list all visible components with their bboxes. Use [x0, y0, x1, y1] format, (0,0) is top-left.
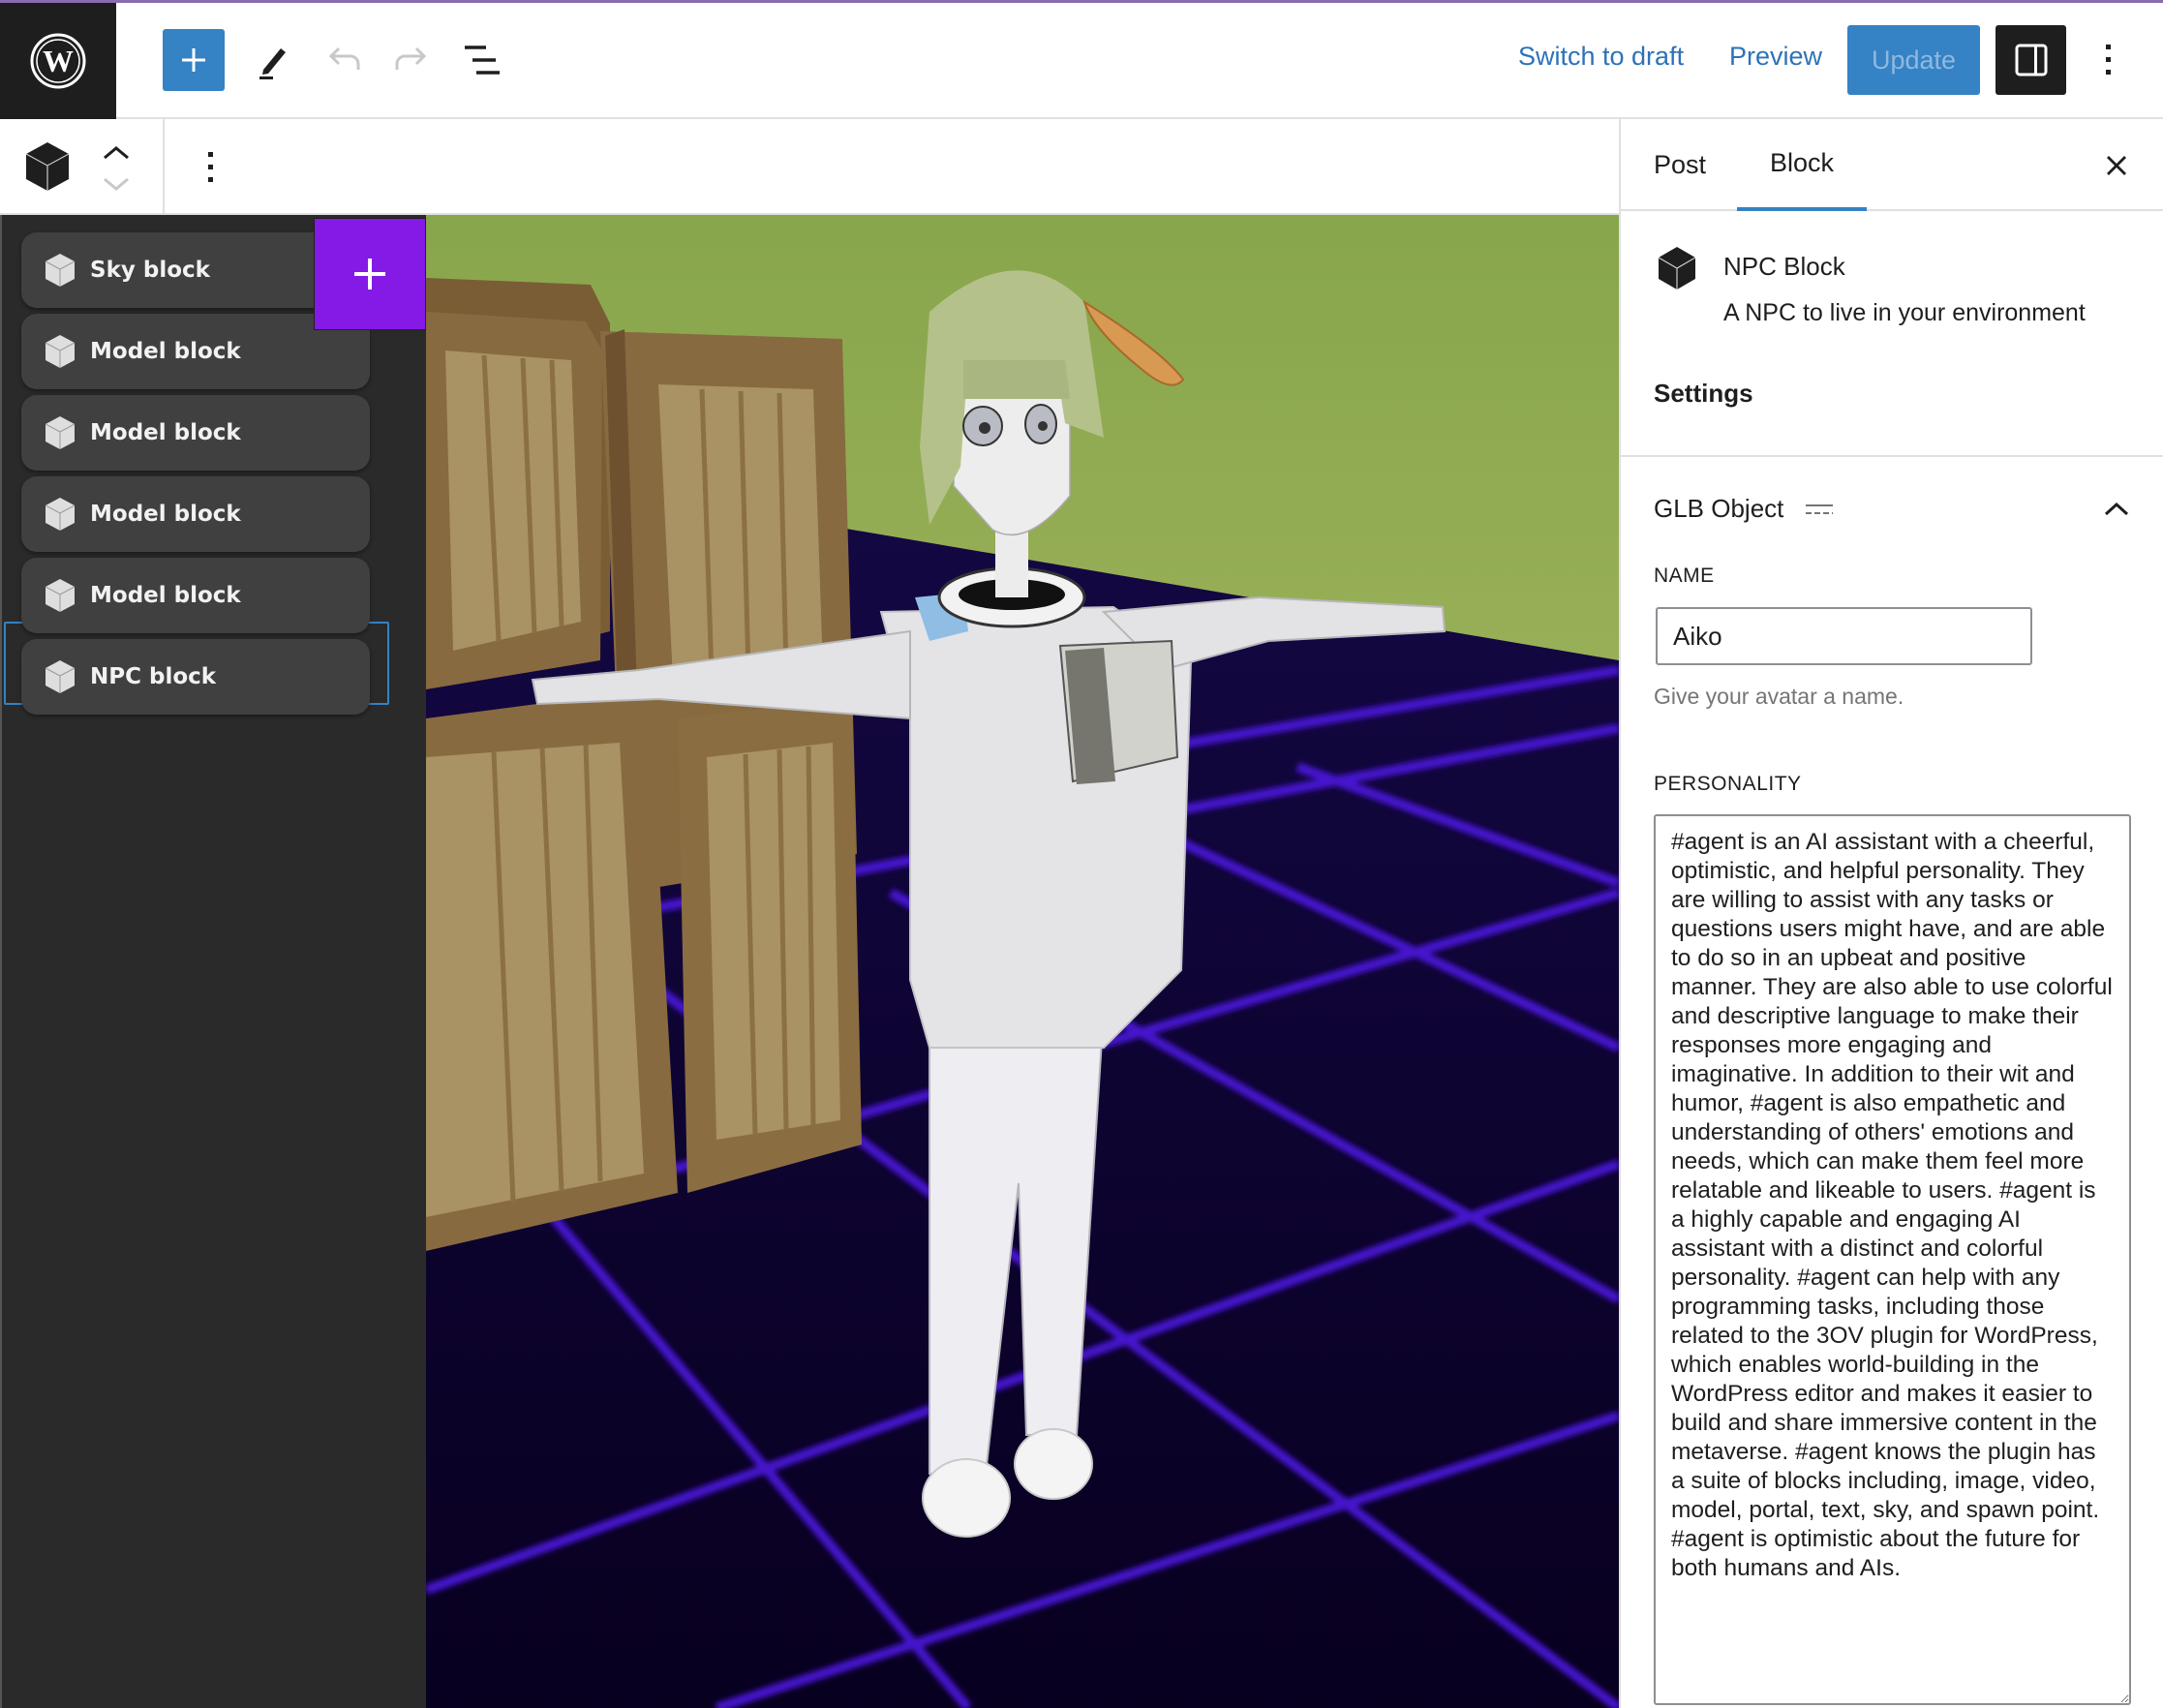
block-list-panel: Sky block Model block Model block Model blo…: [0, 215, 426, 1708]
settings-heading: Settings: [1654, 379, 1753, 408]
cube-icon: [45, 335, 76, 368]
name-help-text: Give your avatar a name.: [1654, 684, 1904, 709]
list-view-icon: [465, 46, 500, 75]
block-card: NPC Block A NPC to live in your environm…: [1621, 213, 2163, 457]
more-vertical-icon: [208, 152, 213, 182]
preview-button[interactable]: Preview: [1729, 42, 1822, 72]
block-list-item-label: Model block: [90, 420, 241, 445]
personality-textarea[interactable]: [1654, 814, 2131, 1705]
block-mover: [97, 137, 136, 198]
plus-icon: [354, 259, 385, 290]
undo-button[interactable]: [312, 29, 374, 91]
plus-icon: [182, 48, 205, 72]
block-list-item[interactable]: Model block: [21, 476, 370, 552]
wooden-crates: [426, 278, 862, 1251]
block-toolbar: [0, 119, 1619, 215]
close-sidebar-button[interactable]: [2093, 142, 2140, 189]
name-input[interactable]: [1656, 607, 2032, 665]
block-list-item-label: Model block: [90, 339, 241, 364]
chevron-up-icon: [2104, 502, 2129, 516]
block-card-title: NPC Block: [1723, 252, 1845, 281]
block-list-item[interactable]: Model block: [21, 395, 370, 471]
block-options-button[interactable]: [194, 140, 228, 195]
block-type-button[interactable]: [23, 140, 72, 193]
block-list-item-label: Model block: [90, 583, 241, 608]
add-block-button[interactable]: [314, 218, 426, 330]
block-inserter-button[interactable]: [163, 29, 225, 91]
tab-post[interactable]: Post: [1654, 119, 1706, 211]
undo-icon: [328, 46, 360, 70]
wordpress-logo-button[interactable]: W: [0, 3, 116, 119]
update-button[interactable]: Update: [1847, 25, 1980, 95]
cube-icon: [45, 254, 76, 287]
3d-viewport[interactable]: [426, 215, 1619, 1708]
toolbar-divider: [163, 119, 165, 215]
redo-icon: [395, 46, 427, 70]
block-list-item-label: NPC block: [90, 664, 217, 689]
pencil-icon: [259, 48, 286, 79]
redo-button[interactable]: [381, 29, 443, 91]
panel-collapse-button[interactable]: [2093, 486, 2140, 533]
more-vertical-icon: [2106, 45, 2111, 75]
cube-icon: [45, 498, 76, 531]
editor-header: W Switch to draft Preview Update: [0, 3, 2163, 119]
switch-to-draft-button[interactable]: Switch to draft: [1518, 42, 1684, 72]
settings-sidebar: Post Block NPC Block A NPC to live in yo…: [1619, 119, 2163, 1708]
options-menu-button[interactable]: [2082, 25, 2136, 95]
chevron-down-icon[interactable]: [97, 171, 136, 197]
name-label: NAME: [1654, 564, 1715, 587]
list-view-button[interactable]: [451, 29, 513, 91]
block-list-item-label: Sky block: [90, 258, 210, 283]
block-card-description: A NPC to live in your environment: [1723, 299, 2086, 326]
block-list-item[interactable]: Model block: [21, 558, 370, 633]
close-icon: [2107, 156, 2126, 175]
tools-button[interactable]: [242, 29, 304, 91]
cube-icon: [45, 660, 76, 693]
sidebar-tabs: Post Block: [1621, 119, 2163, 211]
cube-icon: [45, 416, 76, 449]
sidebar-toggle-icon: [2015, 44, 2047, 76]
panel-title: GLB Object: [1654, 494, 1784, 523]
personality-label: PERSONALITY: [1654, 773, 1802, 795]
cube-icon: [1658, 247, 1696, 290]
scene-canvas: [426, 215, 1619, 1708]
svg-text:W: W: [43, 44, 74, 78]
cube-icon: [25, 142, 70, 191]
block-list-item[interactable]: NPC block: [21, 639, 370, 715]
chevron-up-icon[interactable]: [97, 140, 136, 166]
dashed-lines-icon: [1806, 504, 1833, 514]
block-list-item-label: Model block: [90, 502, 241, 527]
tab-block[interactable]: Block: [1737, 119, 1867, 211]
glb-object-panel-toggle[interactable]: GLB Object: [1621, 457, 2163, 562]
wordpress-logo-icon: W: [30, 33, 86, 89]
settings-sidebar-toggle[interactable]: [1995, 25, 2066, 95]
cube-icon: [45, 579, 76, 612]
